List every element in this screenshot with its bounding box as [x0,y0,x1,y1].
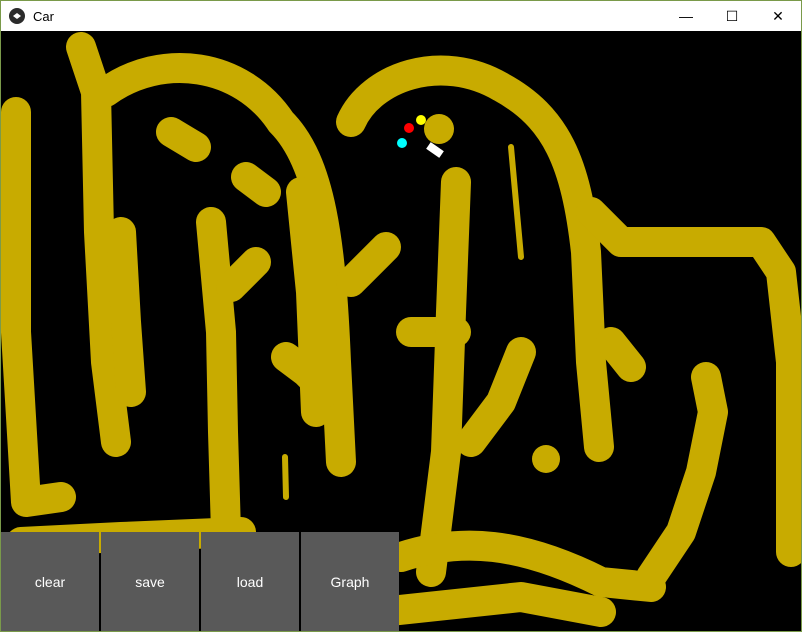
graph-button[interactable]: Graph [301,532,399,631]
app-window: Car — ☐ ✕ clear save load Graph [0,0,802,632]
sand-stroke [456,337,536,457]
sand-stroke [286,177,331,427]
sand-stroke [508,144,524,260]
sensor-cyan [397,138,407,148]
minimize-button[interactable]: — [663,1,709,31]
load-button[interactable]: load [201,532,299,631]
sand-stroke [636,362,728,592]
sand-blob [424,114,454,144]
sand-stroke [596,327,646,382]
car [426,142,444,158]
clear-button[interactable]: clear [1,532,99,631]
sand-stroke [336,232,401,297]
sand-stroke [366,582,616,627]
sand-stroke [282,454,289,500]
sand-stroke [1,97,76,517]
title-bar: Car — ☐ ✕ [1,1,801,31]
sand-stroke [216,247,271,302]
button-bar: clear save load Graph [1,532,399,631]
maximize-button[interactable]: ☐ [709,1,755,31]
sand-stroke [416,167,471,587]
sand-stroke [106,217,146,407]
window-title: Car [33,8,54,24]
kivy-icon [9,8,25,24]
sand-stroke [231,162,281,207]
close-button[interactable]: ✕ [755,1,801,31]
sand-blob [532,445,560,473]
sensor-yellow [416,115,426,125]
sand-stroke [156,117,211,162]
sand-stroke [196,207,241,547]
sensor-red [404,123,414,133]
save-button[interactable]: save [101,532,199,631]
